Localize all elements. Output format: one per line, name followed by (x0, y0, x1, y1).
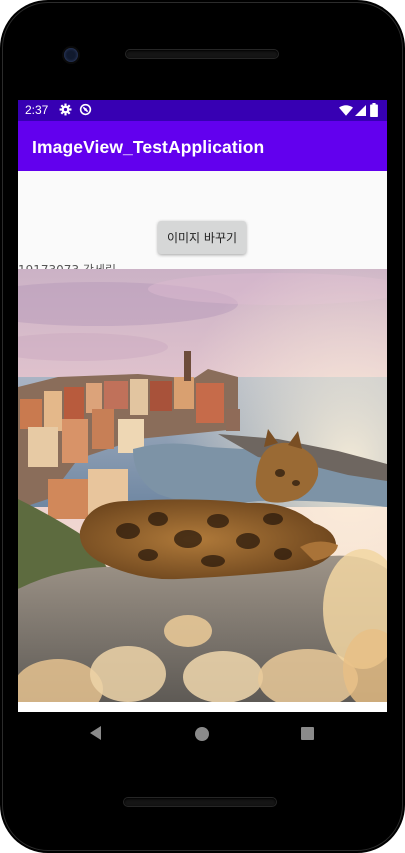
app-title: ImageView_TestApplication (32, 137, 265, 157)
recent-apps-icon[interactable] (301, 727, 314, 740)
bottom-speaker (124, 798, 276, 806)
sync-icon (79, 103, 92, 116)
wifi-icon (339, 105, 353, 116)
home-icon[interactable] (195, 727, 209, 741)
phone-frame: 2:37 ImageView_TestApplication 이미지 바꾸기 (0, 0, 405, 853)
signal-icon (355, 105, 366, 116)
back-icon[interactable] (86, 724, 104, 742)
battery-icon (370, 103, 378, 117)
top-speaker (126, 50, 278, 58)
front-camera (64, 48, 78, 62)
bottom-strip (18, 702, 387, 712)
status-bar: 2:37 (18, 100, 387, 121)
app-bar: ImageView_TestApplication (18, 121, 387, 171)
cat-photo-image[interactable] (18, 269, 387, 702)
screen: 2:37 ImageView_TestApplication 이미지 바꾸기 (18, 100, 387, 712)
status-time: 2:37 (25, 103, 49, 117)
gear-icon (59, 103, 72, 116)
change-image-button[interactable]: 이미지 바꾸기 (158, 221, 246, 254)
